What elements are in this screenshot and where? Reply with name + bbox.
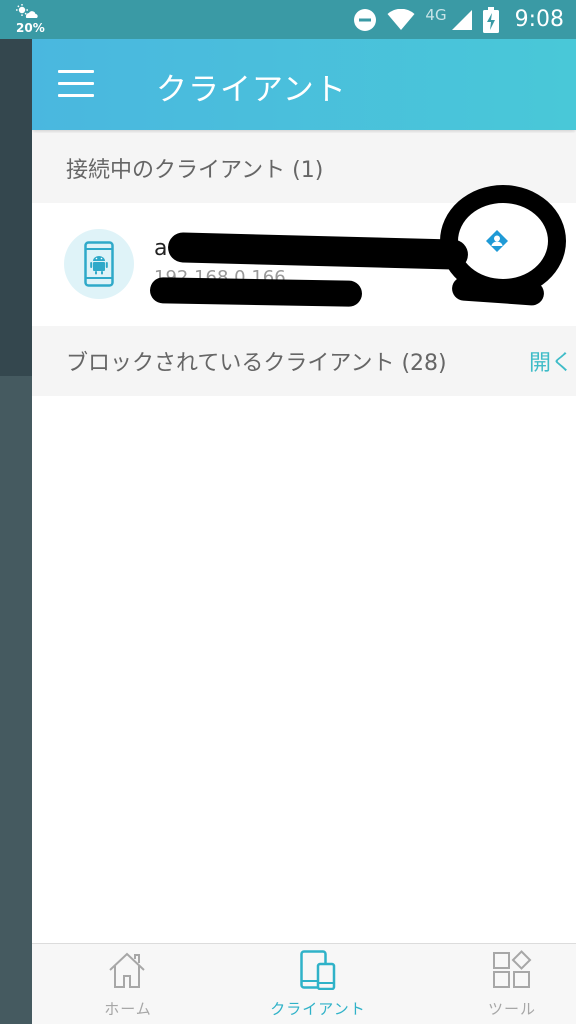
battery-percent-text: 20%: [16, 21, 45, 35]
nav-home-label: ホーム: [104, 1000, 152, 1018]
home-icon: [109, 952, 145, 988]
nav-clients[interactable]: クライアント: [248, 944, 388, 1024]
clients-screen: クライアント 接続中のクライアント (1) a 192.168.0.166: [32, 39, 576, 1024]
wifi-icon: [387, 8, 415, 30]
redaction-mark-name: [167, 232, 469, 270]
connected-clients-label: 接続中のクライアント (1): [66, 158, 324, 183]
status-right: 4G 9:08: [353, 0, 564, 39]
hamburger-menu-icon[interactable]: [54, 67, 96, 101]
blocked-clients-label: ブロックされているクライアント (28): [66, 351, 447, 376]
android-phone-icon: [84, 241, 114, 287]
network-type-text: 4G: [425, 5, 447, 24]
do-not-disturb-icon: [354, 8, 377, 31]
nav-home[interactable]: ホーム: [58, 944, 198, 1024]
person-icon[interactable]: [484, 229, 510, 255]
redaction-mark-ip: [149, 277, 363, 307]
nav-tools[interactable]: ツール: [442, 944, 576, 1024]
background-window-strip: [0, 39, 32, 1024]
status-left: 20%: [16, 4, 46, 36]
page-title: クライアント: [156, 72, 347, 108]
clock-text: 9:08: [514, 7, 564, 32]
battery-charging-icon: [482, 6, 499, 33]
tools-grid-icon: [493, 950, 532, 988]
app-bar: クライアント: [32, 39, 576, 130]
clients-device-icon: [300, 950, 336, 990]
nav-tools-label: ツール: [487, 1000, 536, 1018]
client-name: a: [154, 236, 168, 261]
status-bar: 20% 4G 9:08: [0, 0, 576, 39]
client-list-item[interactable]: a 192.168.0.166: [32, 185, 576, 324]
weather-icon: [16, 4, 38, 18]
background-window-upper: [0, 39, 32, 376]
cell-signal-icon: [451, 9, 472, 30]
open-blocked-link[interactable]: 開く: [529, 345, 573, 377]
client-avatar: [64, 229, 134, 299]
blocked-clients-header[interactable]: ブロックされているクライアント (28) 開く: [32, 326, 576, 396]
bottom-navigation: ホーム クライアント ツール: [32, 943, 576, 1024]
nav-clients-label: クライアント: [270, 1000, 366, 1018]
